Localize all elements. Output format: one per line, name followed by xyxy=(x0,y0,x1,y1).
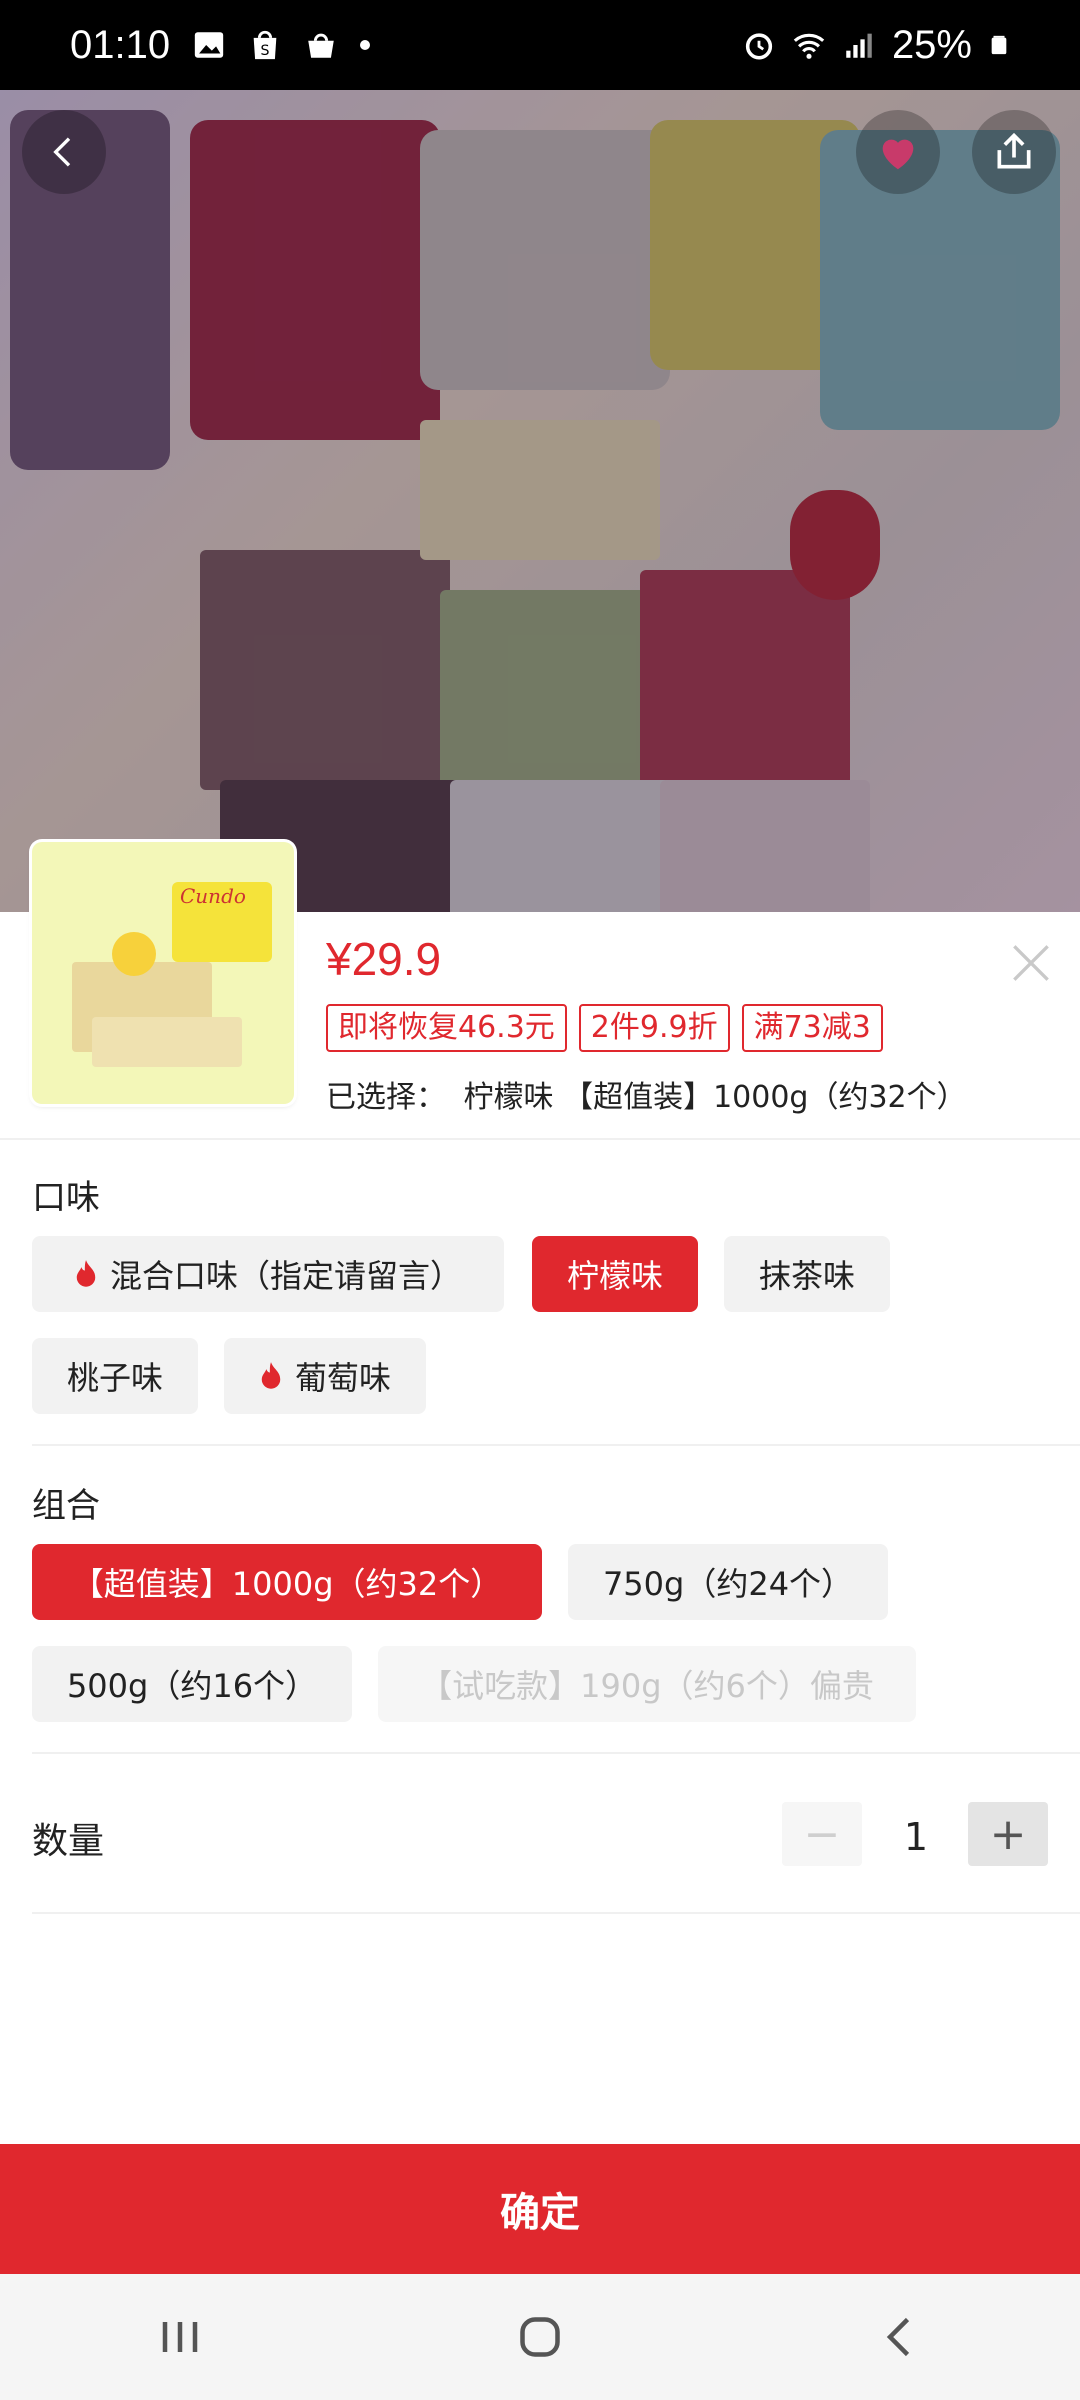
combo-option-190g[interactable]: 【试吃款】190g（约6个）偏贵 xyxy=(378,1646,916,1722)
flavor-title: 口味 xyxy=(32,1178,100,1218)
product-thumbnail: Cundo xyxy=(32,842,294,1104)
confirm-button[interactable]: 确定 xyxy=(0,2144,1080,2274)
signal-icon xyxy=(846,33,872,58)
flavor-option-matcha[interactable]: 抹茶味 xyxy=(724,1236,890,1312)
status-bar: 01:10 S 25% xyxy=(0,0,1080,90)
confirm-label: 确定 xyxy=(500,2190,580,2236)
chevron-left-icon xyxy=(53,137,71,167)
shop-icon: S xyxy=(253,30,277,60)
flavor-option-label: 混合口味（指定请留言） xyxy=(109,1257,462,1295)
battery-percent: 25% xyxy=(891,22,972,67)
selected-summary: 已选择： 柠檬味 【超值装】1000g（约32个） xyxy=(326,1072,967,1116)
plus-icon: + xyxy=(989,1808,1027,1860)
combo-option-label: 【试吃款】190g（约6个）偏贵 xyxy=(420,1667,874,1705)
flavor-option-label: 抹茶味 xyxy=(758,1257,855,1295)
fire-icon xyxy=(261,1362,281,1389)
promo-tag: 即将恢复46.3元 xyxy=(326,1004,567,1052)
back-nav-icon[interactable] xyxy=(870,2307,930,2367)
promo-tags: 即将恢复46.3元 2件9.9折 满73减3 xyxy=(326,1004,883,1052)
flavor-option-lemon[interactable]: 柠檬味 xyxy=(532,1236,698,1312)
fire-icon xyxy=(76,1260,96,1287)
flavor-option-peach[interactable]: 桃子味 xyxy=(32,1338,198,1414)
minus-icon: − xyxy=(803,1808,841,1860)
divider xyxy=(0,1138,1080,1140)
bag-icon xyxy=(308,33,334,58)
image-icon xyxy=(194,32,224,58)
quantity-label: 数量 xyxy=(32,1821,105,1862)
combo-option-label: 【超值装】1000g（约32个） xyxy=(71,1565,503,1603)
sku-selection-sheet: Cundo ¥29.9 即将恢复46.3元 2件9.9折 满73减3 已选择： … xyxy=(0,842,1080,2272)
divider xyxy=(32,1752,1080,1754)
dot-icon xyxy=(360,40,371,50)
battery-icon xyxy=(991,35,1007,55)
combo-option-750g[interactable]: 750g（约24个） xyxy=(568,1544,888,1620)
product-hero-image xyxy=(0,90,1080,912)
flavor-option-label: 葡萄味 xyxy=(294,1359,391,1397)
alarm-icon xyxy=(745,33,773,60)
quantity-value[interactable]: 1 xyxy=(876,1815,956,1859)
recent-apps-icon[interactable] xyxy=(150,2307,210,2367)
flavor-option-label: 柠檬味 xyxy=(566,1257,663,1295)
combo-option-500g[interactable]: 500g（约16个） xyxy=(32,1646,352,1722)
favorite-button[interactable] xyxy=(856,110,940,194)
share-icon xyxy=(997,132,1031,169)
selected-label: 已选择： xyxy=(326,1080,446,1115)
quantity-decrease-button[interactable]: − xyxy=(782,1802,862,1866)
product-price: ¥29.9 xyxy=(326,933,442,985)
status-time: 01:10 xyxy=(70,22,171,67)
home-icon[interactable] xyxy=(510,2307,570,2367)
close-icon[interactable] xyxy=(1006,938,1056,988)
system-nav-bar xyxy=(0,2274,1080,2400)
back-button[interactable] xyxy=(22,110,106,194)
share-button[interactable] xyxy=(972,110,1056,194)
selected-value: 柠檬味 【超值装】1000g（约32个） xyxy=(463,1080,967,1115)
combo-option-label: 750g（约24个） xyxy=(602,1565,854,1603)
svg-text:S: S xyxy=(261,43,270,59)
combo-title: 组合 xyxy=(32,1486,100,1526)
quantity-increase-button[interactable]: + xyxy=(968,1802,1048,1866)
promo-tag: 满73减3 xyxy=(741,1004,883,1052)
divider xyxy=(32,1912,1080,1914)
flavor-option-grape[interactable]: 葡萄味 xyxy=(224,1338,426,1414)
combo-option-1000g[interactable]: 【超值装】1000g（约32个） xyxy=(32,1544,542,1620)
promo-tag: 2件9.9折 xyxy=(578,1004,730,1052)
flavor-option-mixed[interactable]: 混合口味（指定请留言） xyxy=(32,1236,504,1312)
thumbnail-brand: Cundo xyxy=(180,884,246,908)
divider xyxy=(32,1444,1080,1446)
flavor-option-label: 桃子味 xyxy=(66,1359,163,1397)
heart-icon xyxy=(882,139,914,170)
wifi-icon xyxy=(793,33,825,59)
combo-option-label: 500g（约16个） xyxy=(66,1667,318,1705)
